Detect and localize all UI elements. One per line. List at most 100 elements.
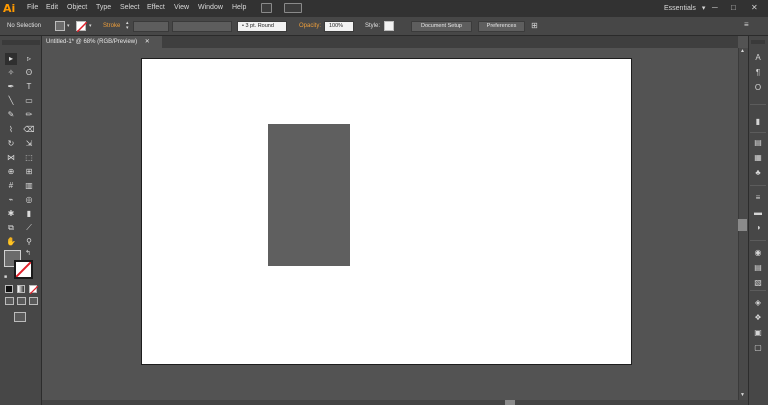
stroke-color-box[interactable]	[14, 260, 33, 279]
pathfinder-panel-icon[interactable]: ▦	[752, 152, 764, 164]
gradient-panel-icon[interactable]: ▬	[752, 207, 764, 219]
pen-tool-icon[interactable]: ✒	[5, 81, 17, 93]
none-slash-icon	[16, 262, 31, 277]
rectangle-shape[interactable]	[268, 124, 350, 266]
graphic-style-swatch[interactable]	[384, 21, 394, 31]
selection-tool-icon[interactable]: ▸	[5, 53, 17, 65]
arrange-documents-icon[interactable]	[284, 3, 302, 13]
document-setup-button[interactable]: Document Setup	[411, 21, 472, 32]
lasso-tool-icon[interactable]: ʘ	[23, 67, 35, 79]
symbols-panel-icon[interactable]: ♣	[752, 167, 764, 179]
artboard[interactable]	[141, 58, 632, 365]
fill-swatch[interactable]	[55, 21, 65, 31]
draw-inside-icon[interactable]	[29, 297, 38, 305]
paragraph-panel-icon[interactable]: ¶	[752, 67, 764, 79]
scale-tool-icon[interactable]: ⇲	[23, 138, 35, 150]
magic-wand-tool-icon[interactable]: ✧	[5, 67, 17, 79]
align-panel-icon[interactable]: ▮	[752, 116, 764, 128]
gradient-icon[interactable]	[17, 285, 25, 293]
bridge-icon[interactable]	[261, 3, 272, 13]
menu-window[interactable]: Window	[198, 4, 223, 11]
blend-tool-icon[interactable]: ◎	[23, 194, 35, 206]
stroke-panel-icon[interactable]: ≡	[752, 192, 764, 204]
eraser-tool-icon[interactable]: ⌫	[23, 124, 35, 136]
line-segment-tool-icon[interactable]: ╲	[5, 95, 17, 107]
opacity-label[interactable]: Opacity:	[299, 23, 321, 29]
preferences-button[interactable]: Preferences	[478, 21, 525, 32]
transparency-panel-icon[interactable]: ◑	[752, 222, 764, 234]
gradient-tool-icon[interactable]: ▥	[23, 180, 35, 192]
screen-mode-icon[interactable]	[14, 312, 26, 322]
chevron-down-icon[interactable]: ▾	[89, 23, 92, 29]
swap-icon[interactable]: ↰	[25, 249, 31, 257]
panel-grip[interactable]	[2, 40, 40, 45]
menu-file[interactable]: File	[27, 4, 38, 11]
stroke-swatch[interactable]	[76, 21, 87, 32]
color-icon[interactable]	[5, 285, 13, 293]
menu-object[interactable]: Object	[67, 4, 87, 11]
horizontal-scroll-thumb[interactable]	[505, 400, 515, 405]
column-graph-tool-icon[interactable]: ▮	[23, 208, 35, 220]
opacity-field[interactable]: 100%	[324, 21, 354, 32]
close-icon[interactable]: ✕	[145, 39, 150, 45]
menu-help[interactable]: Help	[232, 4, 246, 11]
workspace-label: Essentials	[664, 5, 696, 12]
blob-brush-tool-icon[interactable]: ⌇	[5, 124, 17, 136]
horizontal-scrollbar[interactable]	[42, 400, 748, 405]
free-transform-tool-icon[interactable]: ⬚	[23, 152, 35, 164]
layers-panel-icon[interactable]: ◈	[752, 297, 764, 309]
chevron-up-icon[interactable]: ▲	[740, 48, 745, 54]
panel-menu-icon[interactable]: ≡	[744, 20, 749, 29]
document-tab[interactable]: Untitled-1* @ 68% (RGB/Preview) ✕	[42, 36, 162, 48]
rotate-tool-icon[interactable]: ↻	[5, 138, 17, 150]
mesh-tool-icon[interactable]: #	[5, 180, 17, 192]
rectangle-tool-icon[interactable]: ▭	[23, 95, 35, 107]
workspace-switcher[interactable]: Essentials ▾	[664, 4, 705, 12]
direct-selection-tool-icon[interactable]: ▹	[23, 53, 35, 65]
default-colors-icon[interactable]: ■	[4, 274, 7, 280]
artboards-panel-icon[interactable]: ❖	[752, 312, 764, 324]
slice-tool-icon[interactable]: ⟋	[23, 222, 35, 234]
color-guide-panel-icon[interactable]: ▢	[752, 342, 764, 354]
draw-normal-icon[interactable]	[5, 297, 14, 305]
menu-select[interactable]: Select	[120, 4, 139, 11]
stroke-weight-field[interactable]	[133, 21, 169, 32]
hand-tool-icon[interactable]: ✋	[5, 236, 17, 248]
chevron-down-icon[interactable]: ▾	[67, 23, 70, 29]
menu-edit[interactable]: Edit	[46, 4, 58, 11]
transform-panel-icon[interactable]: ▤	[752, 137, 764, 149]
brush-definition[interactable]: • 3 pt. Round	[237, 21, 287, 32]
links-panel-icon[interactable]: ▣	[752, 327, 764, 339]
appearance-panel-icon[interactable]: ◉	[752, 247, 764, 259]
menu-effect[interactable]: Effect	[147, 4, 165, 11]
none-icon[interactable]	[29, 285, 38, 294]
graphic-styles-panel-icon[interactable]: ▤	[752, 262, 764, 274]
panel-grip[interactable]	[751, 40, 765, 44]
type-tool-icon[interactable]: T	[23, 81, 35, 93]
zoom-tool-icon[interactable]: ⚲	[23, 236, 35, 248]
character-panel-icon[interactable]: A	[752, 52, 764, 64]
chevron-down-icon[interactable]: ▼	[740, 392, 745, 398]
dock-separator	[750, 290, 766, 291]
perspective-grid-tool-icon[interactable]: ⊞	[23, 166, 35, 178]
menu-type[interactable]: Type	[96, 4, 111, 11]
close-icon[interactable]: ✕	[751, 3, 758, 12]
stroke-label[interactable]: Stroke	[103, 23, 120, 29]
arrange-icon[interactable]: ⊞	[531, 21, 538, 30]
maximize-icon[interactable]: □	[731, 3, 736, 12]
menu-view[interactable]: View	[174, 4, 189, 11]
minimize-icon[interactable]: ─	[712, 3, 718, 12]
shape-builder-tool-icon[interactable]: ⊕	[5, 166, 17, 178]
vertical-scroll-thumb[interactable]	[738, 219, 747, 231]
variable-width-profile[interactable]	[172, 21, 232, 32]
pencil-tool-icon[interactable]: ✏	[23, 109, 35, 121]
artboard-tool-icon[interactable]: ⧉	[5, 222, 17, 234]
draw-behind-icon[interactable]	[17, 297, 26, 305]
swatches-panel-icon[interactable]: ▧	[752, 277, 764, 289]
width-tool-icon[interactable]: ⋈	[5, 152, 17, 164]
symbol-sprayer-tool-icon[interactable]: ✱	[5, 208, 17, 220]
paintbrush-tool-icon[interactable]: ✎	[5, 109, 17, 121]
stepper-icon[interactable]: ▴ ▾	[126, 21, 129, 31]
opentype-panel-icon[interactable]: O	[752, 82, 764, 94]
eyedropper-tool-icon[interactable]: ⌁	[5, 194, 17, 206]
